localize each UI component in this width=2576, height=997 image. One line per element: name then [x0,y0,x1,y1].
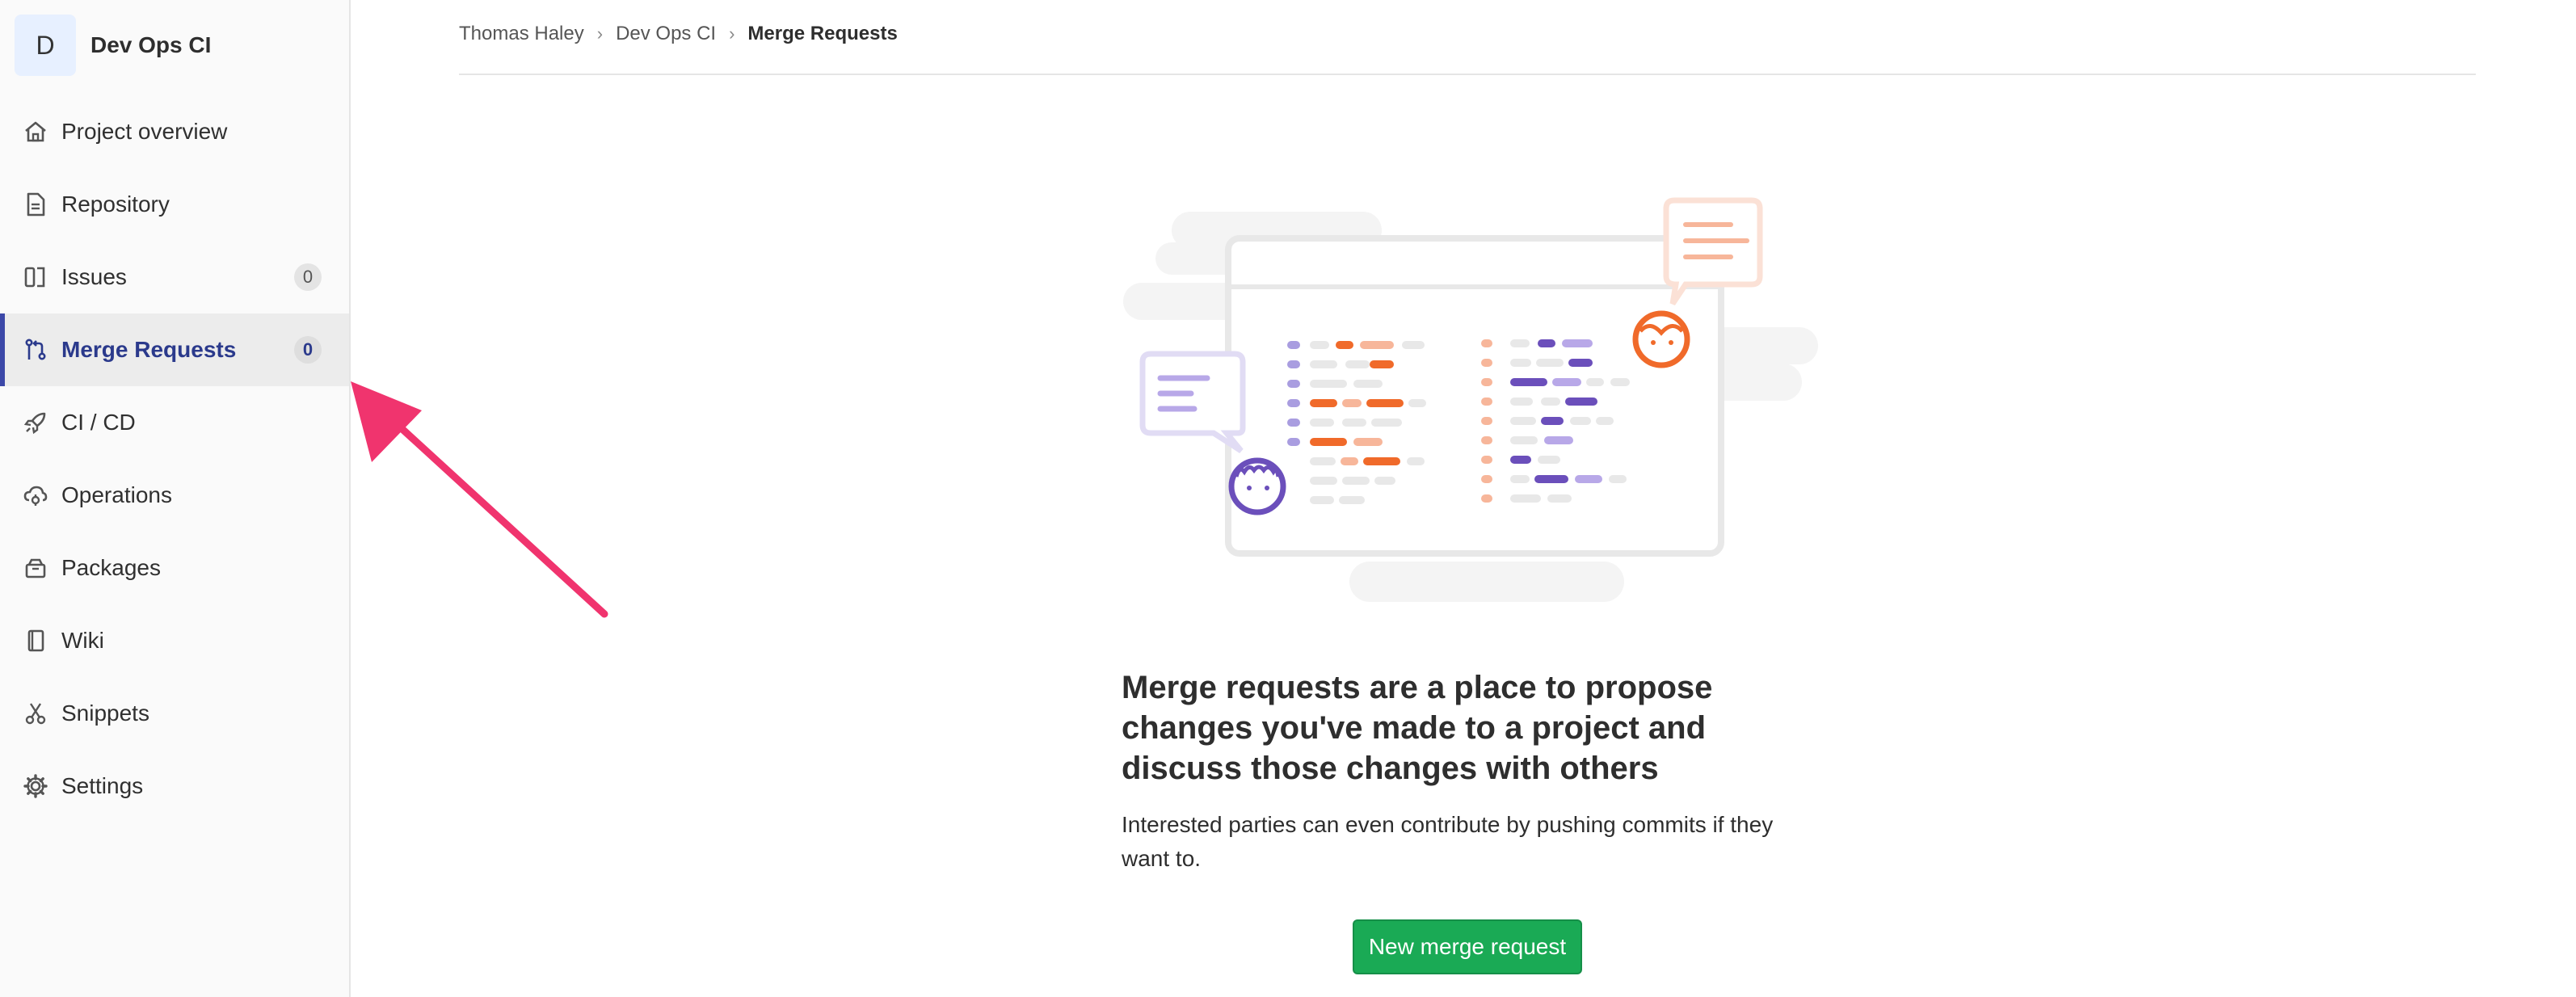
sidebar-item-issues[interactable]: Issues 0 [0,241,349,313]
package-icon [21,553,50,583]
book-icon [21,626,50,655]
document-icon [21,190,50,219]
sidebar-item-packages[interactable]: Packages [0,532,349,604]
sidebar-item-label: Packages [61,555,161,580]
sidebar-item-snippets[interactable]: Snippets [0,677,349,750]
issues-icon [21,263,50,292]
cloud-gear-icon [21,481,50,510]
project-name[interactable]: Dev Ops CI [90,32,211,58]
rocket-icon [21,408,50,437]
sidebar-item-project-overview[interactable]: Project overview [0,95,349,168]
sidebar-item-ci-cd[interactable]: CI / CD [0,386,349,459]
chevron-right-icon: › [596,23,604,44]
sidebar-item-label: Project overview [61,119,228,144]
new-merge-request-button[interactable]: New merge request [1353,919,1582,974]
breadcrumb: Thomas Haley › Dev Ops CI › Merge Reques… [459,23,898,45]
sidebar-item-label: Wiki [61,628,104,653]
sidebar-item-merge-requests[interactable]: Merge Requests 0 [0,313,349,386]
sidebar-item-operations[interactable]: Operations [0,459,349,532]
scissors-icon [21,699,50,728]
sidebar-item-label: Merge Requests [61,337,237,362]
merge-requests-illustration [1123,197,1818,602]
sidebar-item-wiki[interactable]: Wiki [0,604,349,677]
sidebar-item-label: CI / CD [61,410,136,435]
sidebar-item-settings[interactable]: Settings [0,750,349,822]
sidebar-item-label: Operations [61,482,172,507]
gear-icon [21,772,50,801]
sidebar-nav: Project overview Repository Issues 0 Mer… [0,95,349,822]
breadcrumb-current[interactable]: Merge Requests [747,23,897,45]
app-window: D Dev Ops CI Project overview Repository [0,0,2576,997]
project-header[interactable]: D Dev Ops CI [15,15,211,76]
issues-count-badge: 0 [294,263,322,291]
header-divider [459,74,2476,75]
chevron-right-icon: › [729,23,735,44]
home-icon [21,117,50,146]
empty-state-title: Merge requests are a place to propose ch… [1122,670,1713,786]
empty-state-description: Interested parties can even contribute b… [1122,812,1774,871]
breadcrumb-user[interactable]: Thomas Haley [459,23,584,45]
sidebar-item-label: Settings [61,773,144,798]
sidebar-item-label: Snippets [61,700,149,726]
sidebar-item-label: Issues [61,264,127,289]
breadcrumb-project[interactable]: Dev Ops CI [616,23,716,45]
annotation-arrow-icon [351,381,608,618]
project-avatar[interactable]: D [15,15,76,76]
merge-requests-count-badge: 0 [294,336,322,364]
merge-request-icon [21,335,50,364]
sidebar-item-repository[interactable]: Repository [0,168,349,241]
sidebar: D Dev Ops CI Project overview Repository [0,0,351,997]
sidebar-item-label: Repository [61,191,170,217]
